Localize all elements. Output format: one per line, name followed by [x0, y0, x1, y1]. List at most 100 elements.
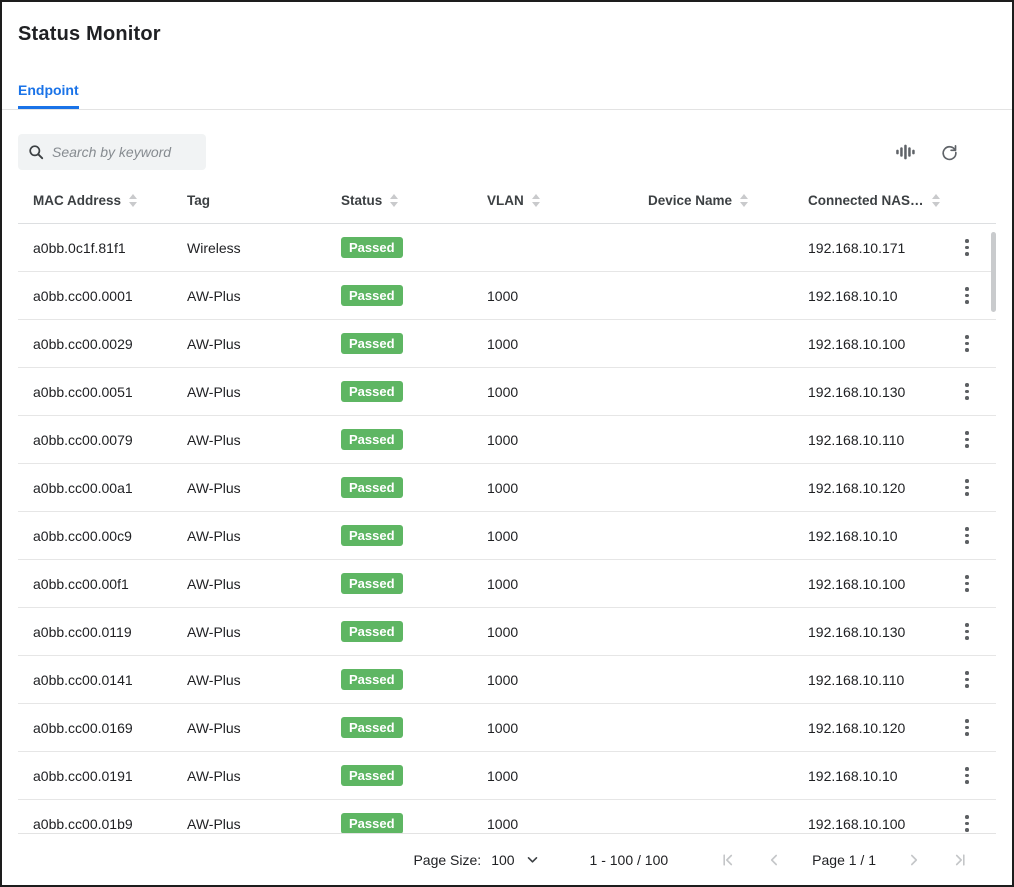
pager-controls: Page 1 / 1 — [720, 852, 968, 868]
first-page-button[interactable] — [720, 852, 736, 868]
cell-actions — [938, 473, 996, 502]
page-size-select[interactable]: 100 — [491, 852, 537, 868]
kebab-menu-icon[interactable] — [959, 809, 975, 834]
column-header-connected-nas[interactable]: Connected NAS… — [808, 193, 938, 208]
cell-mac-address: a0bb.cc00.0051 — [33, 384, 187, 400]
table-row[interactable]: a0bb.cc00.0029 AW-Plus Passed 1000 192.1… — [18, 320, 996, 368]
page-size-label: Page Size: — [413, 852, 481, 868]
status-badge: Passed — [341, 525, 403, 546]
refresh-button[interactable] — [938, 141, 960, 163]
chevron-down-icon — [527, 856, 538, 864]
cell-mac-address: a0bb.cc00.0001 — [33, 288, 187, 304]
kebab-menu-icon[interactable] — [959, 617, 975, 646]
cell-tag: AW-Plus — [187, 720, 341, 736]
kebab-menu-icon[interactable] — [959, 233, 975, 262]
search-icon — [28, 144, 44, 160]
page-title: Status Monitor — [18, 22, 996, 46]
cell-vlan: 1000 — [487, 528, 648, 544]
table-row[interactable]: a0bb.cc00.0169 AW-Plus Passed 1000 192.1… — [18, 704, 996, 752]
cell-mac-address: a0bb.cc00.0079 — [33, 432, 187, 448]
cell-vlan: 1000 — [487, 480, 648, 496]
next-page-button[interactable] — [906, 852, 922, 868]
tab-bar: Endpoint — [2, 82, 1012, 110]
search-box[interactable] — [18, 134, 206, 170]
page-header: Status Monitor — [2, 2, 1012, 46]
status-badge: Passed — [341, 717, 403, 738]
kebab-menu-icon[interactable] — [959, 329, 975, 358]
kebab-menu-icon[interactable] — [959, 281, 975, 310]
tab-endpoint[interactable]: Endpoint — [18, 83, 79, 109]
kebab-menu-icon[interactable] — [959, 521, 975, 550]
column-header-mac-address[interactable]: MAC Address — [33, 193, 187, 208]
cell-status: Passed — [341, 669, 487, 690]
cell-vlan: 1000 — [487, 816, 648, 832]
status-badge: Passed — [341, 477, 403, 498]
cell-connected-nas: 192.168.10.100 — [808, 576, 938, 592]
kebab-menu-icon[interactable] — [959, 713, 975, 742]
column-header-device-name[interactable]: Device Name — [648, 193, 808, 208]
table-row[interactable]: a0bb.cc00.01b9 AW-Plus Passed 1000 192.1… — [18, 800, 996, 834]
cell-actions — [938, 281, 996, 310]
table-row[interactable]: a0bb.cc00.00c9 AW-Plus Passed 1000 192.1… — [18, 512, 996, 560]
column-header-vlan[interactable]: VLAN — [487, 193, 648, 208]
table-row[interactable]: a0bb.cc00.0051 AW-Plus Passed 1000 192.1… — [18, 368, 996, 416]
table-row[interactable]: a0bb.cc00.0119 AW-Plus Passed 1000 192.1… — [18, 608, 996, 656]
cell-tag: AW-Plus — [187, 288, 341, 304]
cell-vlan: 1000 — [487, 768, 648, 784]
cell-mac-address: a0bb.cc00.00a1 — [33, 480, 187, 496]
kebab-menu-icon[interactable] — [959, 665, 975, 694]
cell-status: Passed — [341, 813, 487, 834]
cell-mac-address: a0bb.cc00.01b9 — [33, 816, 187, 832]
cell-actions — [938, 425, 996, 454]
cell-tag: AW-Plus — [187, 432, 341, 448]
cell-tag: AW-Plus — [187, 384, 341, 400]
refresh-icon — [940, 143, 959, 162]
table-row[interactable]: a0bb.cc00.0141 AW-Plus Passed 1000 192.1… — [18, 656, 996, 704]
cell-status: Passed — [341, 573, 487, 594]
kebab-menu-icon[interactable] — [959, 473, 975, 502]
cell-connected-nas: 192.168.10.10 — [808, 528, 938, 544]
previous-page-icon — [766, 852, 782, 868]
table-row[interactable]: a0bb.cc00.00f1 AW-Plus Passed 1000 192.1… — [18, 560, 996, 608]
previous-page-button[interactable] — [766, 852, 782, 868]
table-toolbar — [2, 110, 1012, 170]
cell-status: Passed — [341, 477, 487, 498]
cell-vlan: 1000 — [487, 720, 648, 736]
sort-arrows-icon[interactable] — [129, 194, 137, 207]
last-page-button[interactable] — [952, 852, 968, 868]
vertical-scrollbar[interactable] — [991, 232, 996, 312]
kebab-menu-icon[interactable] — [959, 761, 975, 790]
sort-arrows-icon[interactable] — [532, 194, 540, 207]
table-row[interactable]: a0bb.cc00.0001 AW-Plus Passed 1000 192.1… — [18, 272, 996, 320]
sort-arrows-icon[interactable] — [390, 194, 398, 207]
kebab-menu-icon[interactable] — [959, 377, 975, 406]
search-input[interactable] — [52, 144, 196, 160]
cell-connected-nas: 192.168.10.100 — [808, 816, 938, 832]
cell-status: Passed — [341, 237, 487, 258]
table-row[interactable]: a0bb.cc00.00a1 AW-Plus Passed 1000 192.1… — [18, 464, 996, 512]
column-display-button[interactable] — [894, 141, 916, 163]
cell-tag: AW-Plus — [187, 576, 341, 592]
cell-connected-nas: 192.168.10.110 — [808, 672, 938, 688]
kebab-menu-icon[interactable] — [959, 569, 975, 598]
cell-status: Passed — [341, 285, 487, 306]
table-row[interactable]: a0bb.0c1f.81f1 Wireless Passed 192.168.1… — [18, 224, 996, 272]
column-display-icon — [895, 142, 915, 162]
cell-tag: Wireless — [187, 240, 341, 256]
table-row[interactable]: a0bb.cc00.0191 AW-Plus Passed 1000 192.1… — [18, 752, 996, 800]
cell-mac-address: a0bb.cc00.0029 — [33, 336, 187, 352]
sort-arrows-icon[interactable] — [932, 194, 940, 207]
status-badge: Passed — [341, 573, 403, 594]
page-size-control: Page Size: 100 — [413, 852, 537, 868]
cell-vlan: 1000 — [487, 576, 648, 592]
cell-actions — [938, 521, 996, 550]
cell-actions — [938, 665, 996, 694]
cell-tag: AW-Plus — [187, 672, 341, 688]
cell-connected-nas: 192.168.10.130 — [808, 384, 938, 400]
sort-arrows-icon[interactable] — [740, 194, 748, 207]
cell-actions — [938, 809, 996, 834]
table-row[interactable]: a0bb.cc00.0079 AW-Plus Passed 1000 192.1… — [18, 416, 996, 464]
next-page-icon — [906, 852, 922, 868]
column-header-status[interactable]: Status — [341, 193, 487, 208]
kebab-menu-icon[interactable] — [959, 425, 975, 454]
